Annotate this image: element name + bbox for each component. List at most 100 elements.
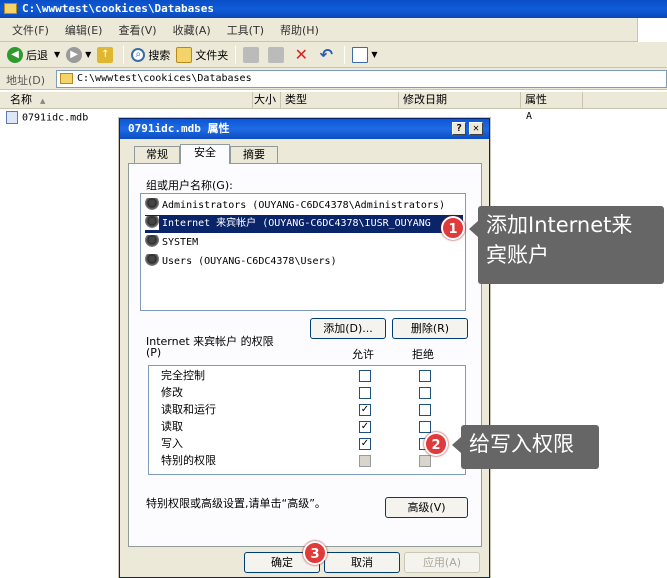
deny-header: 拒绝: [412, 348, 434, 361]
user-list: Administrators (OUYANG-C6DC4378\Administ…: [140, 193, 466, 311]
user-name: Internet 来宾帐户 (OUYANG-C6DC4378\IUSR_OUYA…: [162, 218, 431, 229]
user-name: Users (OUYANG-C6DC4378\Users): [162, 256, 337, 267]
window-title-bar: C:\wwwtest\cookices\Databases: [0, 0, 667, 18]
column-name-label: 名称: [10, 93, 32, 106]
column-modified[interactable]: 修改日期: [399, 92, 521, 109]
menu-tools[interactable]: 工具(T): [219, 22, 272, 38]
allow-checkbox[interactable]: ✓: [359, 438, 371, 450]
toolbar-separator: [344, 45, 346, 64]
views-button[interactable]: ▼: [349, 44, 380, 66]
menu-file[interactable]: 文件(F): [4, 22, 57, 38]
permission-list: 完全控制 修改 读取和运行 读取 写入 特别的权限 ✓ ✓ ✓: [148, 365, 466, 475]
step-badge-2: 2: [424, 432, 448, 456]
copy-to-icon: [268, 46, 285, 63]
deny-checkbox[interactable]: [419, 387, 431, 399]
tab-security[interactable]: 安全: [180, 144, 230, 164]
dialog-title: 0791idc.mdb 属性: [128, 122, 230, 135]
file-name: 0791idc.mdb: [22, 112, 89, 124]
views-grid-icon: [352, 46, 369, 63]
permission-name: 特别的权限: [161, 454, 216, 467]
permissions-label: Internet 来宾帐户 的权限: [146, 335, 274, 348]
add-button[interactable]: 添加(D)...: [310, 318, 386, 339]
apply-button[interactable]: 应用(A): [404, 552, 480, 573]
up-folder-icon: ↑: [97, 46, 114, 63]
allow-checkbox[interactable]: [359, 370, 371, 382]
user-group-icon: [145, 198, 159, 212]
tab-summary[interactable]: 摘要: [230, 146, 278, 164]
user-name: Administrators (OUYANG-C6DC4378\Administ…: [162, 200, 445, 211]
windows-logo-icon: [637, 18, 667, 42]
folders-button[interactable]: 文件夹: [173, 44, 231, 66]
chevron-down-icon[interactable]: ▼: [54, 50, 60, 59]
permission-row: 修改: [161, 384, 183, 401]
list-item[interactable]: Administrators (OUYANG-C6DC4378\Administ…: [145, 197, 463, 215]
column-attributes[interactable]: 属性: [521, 92, 583, 109]
permission-row: 特别的权限: [161, 452, 216, 469]
menu-edit[interactable]: 编辑(E): [57, 22, 111, 38]
deny-checkbox[interactable]: [419, 404, 431, 416]
list-item-selected[interactable]: Internet 来宾帐户 (OUYANG-C6DC4378\IUSR_OUYA…: [145, 215, 463, 233]
properties-dialog: 0791idc.mdb 属性 ? ✕ 常规 安全 摘要 组或用户名称(G): A…: [119, 118, 490, 578]
callout-pointer: [469, 221, 478, 237]
callout-text-line2: 宾账户: [486, 243, 549, 267]
allow-checkbox[interactable]: ✓: [359, 404, 371, 416]
window-title: C:\wwwtest\cookices\Databases: [22, 2, 215, 15]
deny-checkbox[interactable]: [419, 421, 431, 433]
permission-row: 写入: [161, 435, 183, 452]
search-label: 搜索: [148, 48, 171, 62]
list-item[interactable]: Users (OUYANG-C6DC4378\Users): [145, 253, 463, 271]
advanced-note: 特别权限或高级设置,请单击“高级”。: [146, 497, 326, 510]
allow-header: 允许: [352, 348, 374, 361]
column-name[interactable]: 名称 ▲: [0, 92, 253, 109]
permission-row: 读取和运行: [161, 401, 216, 418]
menu-favorites[interactable]: 收藏(A): [165, 22, 219, 38]
user-group-icon: [145, 235, 159, 249]
folder-icon: [176, 46, 193, 63]
help-button[interactable]: ?: [452, 122, 466, 135]
list-item[interactable]: 0791idc.mdb: [6, 111, 88, 126]
permission-row: 完全控制: [161, 367, 205, 384]
chevron-down-icon[interactable]: ▼: [85, 50, 91, 59]
tab-general[interactable]: 常规: [134, 146, 180, 164]
menu-help[interactable]: 帮助(H): [272, 22, 327, 38]
remove-button[interactable]: 删除(R): [392, 318, 468, 339]
menu-view[interactable]: 查看(V): [110, 22, 164, 38]
allow-checkbox[interactable]: [359, 387, 371, 399]
close-icon: ✕: [472, 123, 480, 134]
sort-up-icon: ▲: [40, 97, 46, 105]
column-size[interactable]: 大小: [253, 92, 281, 109]
back-button[interactable]: ◀ 后退 ▼: [4, 44, 63, 66]
copy-to-button[interactable]: [265, 44, 290, 66]
permission-row: 读取: [161, 418, 183, 435]
cancel-button[interactable]: 取消: [324, 552, 400, 573]
address-value: C:\wwwtest\cookices\Databases: [77, 73, 252, 84]
step-badge-3: 3: [303, 541, 327, 565]
permission-name: 写入: [161, 437, 183, 450]
search-button[interactable]: ⌕ 搜索: [128, 44, 173, 66]
column-type[interactable]: 类型: [281, 92, 399, 109]
close-button[interactable]: ✕: [469, 122, 483, 135]
list-item[interactable]: SYSTEM: [145, 234, 463, 252]
permission-name: 完全控制: [161, 369, 205, 382]
callout-write-permission: 给写入权限: [461, 425, 599, 469]
file-attr: A: [526, 111, 533, 122]
undo-button[interactable]: ↶: [315, 44, 340, 66]
up-folder-button[interactable]: ↑: [94, 44, 119, 66]
address-input[interactable]: C:\wwwtest\cookices\Databases: [56, 70, 667, 88]
back-label: 后退: [26, 48, 48, 62]
search-icon: ⌕: [131, 47, 146, 62]
move-to-button[interactable]: [240, 44, 265, 66]
delete-button[interactable]: ✕: [290, 44, 315, 66]
folder-icon: [60, 73, 73, 84]
folders-label: 文件夹: [195, 48, 229, 62]
move-to-icon: [243, 46, 260, 63]
database-file-icon: [6, 111, 18, 124]
group-user-label: 组或用户名称(G):: [146, 179, 233, 192]
deny-checkbox[interactable]: [419, 370, 431, 382]
back-arrow-icon: ◀: [7, 46, 23, 63]
chevron-down-icon[interactable]: ▼: [371, 50, 377, 59]
forward-arrow-icon: ▶: [66, 46, 83, 63]
allow-checkbox[interactable]: ✓: [359, 421, 371, 433]
advanced-button[interactable]: 高级(V): [385, 497, 468, 518]
forward-button[interactable]: ▶ ▼: [63, 44, 94, 66]
